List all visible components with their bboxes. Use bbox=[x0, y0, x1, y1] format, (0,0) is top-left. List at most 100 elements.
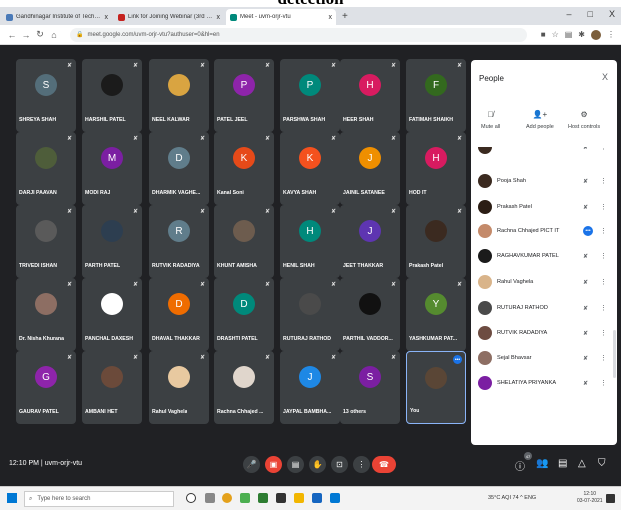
participant-tile[interactable]: J JAYPAL BAMBHA... ✘ bbox=[280, 351, 340, 424]
close-icon[interactable]: X bbox=[602, 72, 608, 82]
participant-tile[interactable]: Dr. Nisha Khurana ✘ bbox=[16, 278, 76, 351]
chrome-icon[interactable] bbox=[222, 493, 232, 503]
back-icon[interactable]: ← bbox=[6, 30, 18, 40]
participant-tile[interactable]: H HEER SHAH ✘ bbox=[340, 59, 400, 132]
tab-gandhinagar[interactable]: Gandhinagar Institute of Technol x bbox=[2, 9, 112, 25]
people-list-item[interactable]: SHELATIYA PRIYANKA ✘ ⋮ bbox=[471, 371, 611, 395]
notification-icon[interactable] bbox=[606, 494, 615, 503]
more-options-button[interactable]: ⋮ bbox=[353, 456, 370, 473]
participant-tile[interactable]: F FATIMAH SHAIKH ✘ bbox=[406, 59, 466, 132]
participant-tile[interactable]: S SHREYA SHAH ✘ bbox=[16, 59, 76, 132]
app-dark-icon[interactable] bbox=[276, 493, 286, 503]
info-button[interactable]: ⓘ bbox=[515, 458, 525, 473]
camera-button[interactable]: ▣ bbox=[265, 456, 282, 473]
participant-tile[interactable]: PANCHAL DAXESH ✘ bbox=[82, 278, 142, 351]
participant-tile[interactable]: D DHARMIK VAGHE... ✘ bbox=[149, 132, 209, 205]
participant-tile[interactable]: Rahul Vaghela ✘ bbox=[149, 351, 209, 424]
more-vert-icon[interactable]: ⋮ bbox=[600, 304, 607, 312]
participant-tile[interactable]: AMBANI HET ✘ bbox=[82, 351, 142, 424]
app-green-icon[interactable] bbox=[240, 493, 250, 503]
home-icon[interactable]: ⌂ bbox=[48, 30, 60, 40]
camera-permission-icon[interactable]: ■ bbox=[541, 30, 546, 39]
taskbar-clock[interactable]: 12:10 03-07-2021 bbox=[577, 491, 603, 505]
host-controls-button[interactable]: ⚙ Host controls bbox=[568, 110, 600, 130]
tab-close-icon[interactable]: x bbox=[217, 14, 221, 21]
tab-meet[interactable]: Meet - uvm-orjr-vtu x bbox=[226, 9, 336, 25]
add-people-button[interactable]: 👤+ Add people bbox=[526, 110, 554, 130]
tab-close-icon[interactable]: x bbox=[329, 14, 333, 21]
captions-button[interactable]: ▤ bbox=[287, 456, 304, 473]
tab-webinar-link[interactable]: Link for Joining Webinar (3rd Ju) x bbox=[114, 9, 224, 25]
mic-button[interactable]: 🎤 bbox=[243, 456, 260, 473]
participant-tile[interactable]: K Kanal Soni ✘ bbox=[214, 132, 274, 205]
more-vert-icon[interactable]: ⋮ bbox=[600, 227, 607, 235]
participant-tile[interactable]: D DRASHTI PATEL ✘ bbox=[214, 278, 274, 351]
url-field[interactable]: 🔒 meet.google.com/uvm-orjr-vtu?authuser=… bbox=[70, 27, 527, 42]
end-call-button[interactable]: ☎ bbox=[372, 456, 396, 473]
star-icon[interactable]: ☆ bbox=[552, 30, 559, 39]
excel-icon[interactable] bbox=[258, 493, 268, 503]
task-view-icon[interactable] bbox=[205, 493, 215, 503]
participant-tile[interactable]: H HENIL SHAH ✘ bbox=[280, 205, 340, 278]
reload-icon[interactable]: ↻ bbox=[34, 29, 46, 40]
participant-tile[interactable]: H HOD IT ✘ bbox=[406, 132, 466, 205]
people-list-item[interactable]: Rachna Chhajed PICT IT ••• ⋮ bbox=[471, 219, 611, 243]
participant-tile[interactable]: P PATEL JEEL ✘ bbox=[214, 59, 274, 132]
people-list-item[interactable]: ✘ ⋮ bbox=[471, 147, 611, 159]
mute-all-button[interactable]: 🎙̸ Mute all bbox=[481, 110, 500, 130]
participant-tile[interactable]: You ••• bbox=[406, 351, 466, 424]
file-explorer-icon[interactable] bbox=[294, 493, 304, 503]
more-vert-icon[interactable]: ⋮ bbox=[600, 203, 607, 211]
forward-icon[interactable]: → bbox=[20, 30, 32, 40]
participant-tile[interactable]: K KAVYA SHAH ✘ bbox=[280, 132, 340, 205]
more-vert-icon[interactable]: ⋮ bbox=[600, 354, 607, 362]
participant-tile[interactable]: KHUNT AMISHA ✘ bbox=[214, 205, 274, 278]
store-icon[interactable] bbox=[330, 493, 340, 503]
participant-tile[interactable]: Prakash Patel ✘ bbox=[406, 205, 466, 278]
participant-tile[interactable]: J JEET THAKKAR ✘ bbox=[340, 205, 400, 278]
participant-tile[interactable]: NEEL KALWAR ✘ bbox=[149, 59, 209, 132]
more-vert-icon[interactable]: ⋮ bbox=[600, 329, 607, 337]
participant-tile[interactable]: Y YASHKUMAR PAT... ✘ bbox=[406, 278, 466, 351]
people-list-item[interactable]: RUTVIK RADADIYA ✘ ⋮ bbox=[471, 321, 611, 345]
raise-hand-button[interactable]: ✋ bbox=[309, 456, 326, 473]
browser-menu-icon[interactable]: ⋮ bbox=[607, 30, 615, 39]
chat-button[interactable]: ▤ bbox=[558, 458, 567, 469]
close-window-button[interactable]: X bbox=[609, 9, 615, 19]
profile-avatar[interactable] bbox=[591, 29, 601, 40]
more-vert-icon[interactable]: ⋮ bbox=[600, 177, 607, 185]
participant-tile[interactable]: M MODI RAJ ✘ bbox=[82, 132, 142, 205]
participant-tile[interactable]: HARSHIL PATEL ✘ bbox=[82, 59, 142, 132]
windows-start-icon[interactable] bbox=[7, 493, 17, 503]
participant-tile[interactable]: S 13 others ✘ bbox=[340, 351, 400, 424]
cortana-icon[interactable] bbox=[186, 493, 196, 503]
people-list-item[interactable]: Rahul Vaghela ✘ ⋮ bbox=[471, 270, 611, 294]
participant-tile[interactable]: R RUTVIK RADADIYA ✘ bbox=[149, 205, 209, 278]
people-scrollbar[interactable] bbox=[613, 330, 616, 378]
participant-tile[interactable]: PARTHIL VADDOR... ✘ bbox=[340, 278, 400, 351]
more-vert-icon[interactable]: ⋮ bbox=[600, 278, 607, 286]
extension-icon[interactable]: ▤ bbox=[565, 30, 573, 39]
system-tray[interactable]: 35°C AQI 74 ^ ENG bbox=[488, 495, 536, 501]
participant-tile[interactable]: G GAURAV PATEL ✘ bbox=[16, 351, 76, 424]
puzzle-icon[interactable]: ✱ bbox=[578, 30, 585, 39]
people-list-item[interactable]: Prakash Patel ✘ ⋮ bbox=[471, 195, 611, 219]
participant-tile[interactable]: RUTURAJ RATHOD ✘ bbox=[280, 278, 340, 351]
participant-tile[interactable]: D DHAVAL THAKKAR ✘ bbox=[149, 278, 209, 351]
tab-close-icon[interactable]: x bbox=[105, 14, 109, 21]
new-tab-button[interactable]: + bbox=[342, 9, 348, 25]
participant-tile[interactable]: PARTH PATEL ✘ bbox=[82, 205, 142, 278]
people-list-item[interactable]: RAGHAVKUMAR PATEL ✘ ⋮ bbox=[471, 244, 611, 268]
participant-tile[interactable]: DARJI PAAVAN ✘ bbox=[16, 132, 76, 205]
participant-tile[interactable]: TRIVEDI ISHAN ✘ bbox=[16, 205, 76, 278]
minimize-button[interactable]: – bbox=[567, 9, 572, 19]
host-shield-button[interactable]: ⛉ bbox=[598, 458, 606, 469]
people-list-item[interactable]: RUTURAJ RATHOD ✘ ⋮ bbox=[471, 296, 611, 320]
participant-tile[interactable]: Rachna Chhajed ... ✘ bbox=[214, 351, 274, 424]
more-options-icon[interactable]: ••• bbox=[453, 355, 462, 364]
participant-tile[interactable]: J JAINIL SATANEE ✘ bbox=[340, 132, 400, 205]
present-button[interactable]: ⊡ bbox=[331, 456, 348, 473]
people-button[interactable]: 👥 bbox=[536, 458, 548, 469]
taskbar-search[interactable]: ⌕ Type here to search bbox=[24, 491, 174, 507]
more-vert-icon[interactable]: ⋮ bbox=[600, 252, 607, 260]
